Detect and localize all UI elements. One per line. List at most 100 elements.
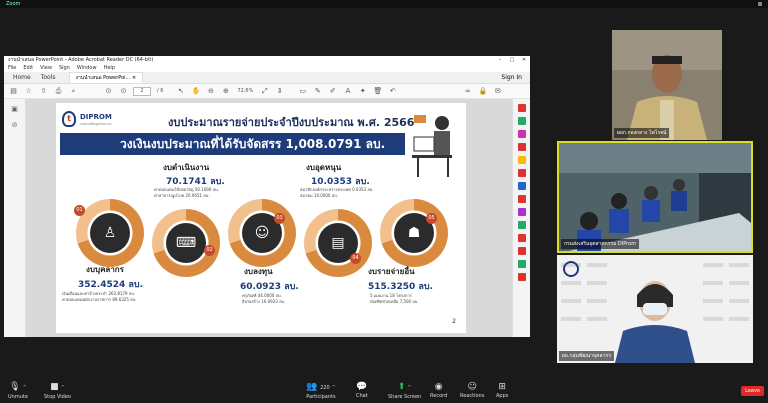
- ring-01: ♙: [76, 199, 144, 267]
- fill-sign-icon[interactable]: [517, 208, 526, 216]
- page-number-input[interactable]: 2: [133, 86, 151, 96]
- fit-page-icon[interactable]: ⤢: [259, 86, 270, 97]
- participant-video-3[interactable]: ผอ.กลุ่มพัฒนาบุคลากร: [557, 255, 753, 363]
- participants-button[interactable]: 👥 220 ^ Participants: [306, 382, 336, 400]
- budget-banner: วงเงินงบประมาณที่ได้รับจัดสรร 1,008.0791…: [60, 133, 405, 155]
- lock-icon[interactable]: 🔒: [477, 86, 488, 97]
- share-screen-button[interactable]: ⬆ ^ Share Screen: [388, 382, 421, 400]
- group-03-note: ครุภัณฑ์ 44.0000 ลบ. สิ่งก่อสร้าง 16.092…: [242, 293, 286, 304]
- officer-icon: ♙: [90, 213, 130, 253]
- tab-tools[interactable]: Tools: [36, 74, 61, 81]
- left-rail: ▣ ⊘: [4, 99, 26, 337]
- menu-window[interactable]: Window: [77, 65, 97, 72]
- close-tab-icon[interactable]: ✕: [132, 75, 136, 81]
- upload-icon[interactable]: ⇧: [38, 86, 49, 97]
- ring-02: ⌨: [152, 209, 220, 277]
- ring-04: ▤: [304, 209, 372, 277]
- menu-help[interactable]: Help: [104, 65, 115, 72]
- zoom-level[interactable]: 72.6%: [237, 88, 253, 94]
- close-icon[interactable]: ✕: [518, 56, 530, 65]
- participants-icon: 👥 220 ^: [306, 382, 336, 392]
- mail-icon[interactable]: ✉: [492, 86, 503, 97]
- search-icon[interactable]: ⌕: [68, 86, 79, 97]
- slide-title: งบประมาณรายจ่ายประจำปีงบประมาณ พ.ศ. 2566: [168, 116, 415, 129]
- unmute-button[interactable]: 🎙 ^ Unmute: [8, 382, 28, 400]
- create-pdf-icon[interactable]: ▤: [8, 86, 19, 97]
- more-tools-icon[interactable]: [517, 247, 526, 255]
- zoom-out-icon[interactable]: ⊖: [205, 86, 216, 97]
- menu-view[interactable]: View: [40, 65, 52, 72]
- zoom-in-icon[interactable]: ⊕: [220, 86, 231, 97]
- send-icon[interactable]: [517, 221, 526, 229]
- pages-thumbnail-icon[interactable]: ▣: [10, 105, 20, 115]
- participant-2-image: [559, 143, 751, 251]
- group-05-value: 515.3250 ลบ.: [368, 282, 434, 292]
- compress-icon[interactable]: [517, 234, 526, 242]
- print-icon[interactable]: ⎙: [53, 86, 64, 97]
- edit-pdf-icon[interactable]: [517, 117, 526, 125]
- draw-icon[interactable]: ✐: [327, 86, 338, 97]
- group-04-note: สมาชิกองค์กรระหว่างประเทศ 0.0353 ลบ. สมา…: [300, 187, 374, 198]
- tab-home[interactable]: Home: [8, 74, 36, 81]
- undo-icon[interactable]: ↶: [387, 86, 398, 97]
- apps-label: Apps: [496, 393, 509, 399]
- certificates-icon[interactable]: [517, 260, 526, 268]
- group-02-note: ค่าตอบแทนใช้สอยวัสดุ 50.1090 ลบ. ค่าสาธา…: [154, 187, 219, 198]
- protect-icon[interactable]: [517, 195, 526, 203]
- badge-03: 03: [274, 213, 285, 224]
- highlight-icon[interactable]: ✎: [312, 86, 323, 97]
- record-button[interactable]: ◉ Record: [430, 382, 447, 399]
- menu-file[interactable]: File: [8, 65, 16, 72]
- star-icon[interactable]: ☆: [23, 86, 34, 97]
- page-down-icon[interactable]: ⊙: [118, 86, 129, 97]
- scan-icon[interactable]: [517, 182, 526, 190]
- attachment-icon[interactable]: ⊘: [10, 121, 20, 131]
- microphone-muted-icon: 🎙 ^: [9, 382, 27, 392]
- window-control-icon[interactable]: [758, 2, 762, 6]
- pdf-viewport[interactable]: ▣ ⊘ t DIPROM กรมส่งเสริมอุตสาหกรรม งบประ…: [4, 99, 530, 337]
- participant-2-name: กรมส่งเสริมอุตสาหกรรม DIProm: [561, 239, 640, 249]
- diprom-logo: t DIPROM กรมส่งเสริมอุตสาหกรรม: [60, 109, 120, 131]
- participant-1-image: [612, 30, 722, 140]
- delete-icon[interactable]: 🗑: [372, 86, 383, 97]
- participant-video-1[interactable]: ผอก.กองกลาง ไพโรจน์: [612, 30, 722, 140]
- create-pdf-rail-icon[interactable]: [517, 130, 526, 138]
- text-icon[interactable]: A: [342, 86, 353, 97]
- page-up-icon[interactable]: ⊙: [103, 86, 114, 97]
- group-02-label: งบดำเนินงาน: [163, 163, 210, 172]
- apps-button[interactable]: ⊞ Apps: [496, 382, 508, 399]
- comment-icon[interactable]: ▭: [297, 86, 308, 97]
- stop-video-button[interactable]: ■ ^ Stop Video: [44, 382, 71, 400]
- participant-3-name: ผอ.กลุ่มพัฒนาบุคลากร: [559, 351, 615, 361]
- reactions-smiley-icon: ☺: [467, 382, 477, 392]
- stamp-icon[interactable]: ✦: [357, 86, 368, 97]
- chat-button[interactable]: 💬 Chat: [356, 382, 368, 399]
- select-cursor-icon[interactable]: ↖: [175, 86, 186, 97]
- logo-text: DIPROM: [80, 113, 112, 121]
- group-05-label: งบรายจ่ายอื่น: [368, 267, 415, 276]
- zoom-top-strip: Zoom: [0, 0, 768, 8]
- leave-button[interactable]: Leave: [741, 386, 764, 396]
- video-camera-icon: ■ ^: [50, 382, 65, 392]
- combine-files-icon[interactable]: [517, 143, 526, 151]
- menu-edit[interactable]: Edit: [23, 65, 33, 72]
- tab-document[interactable]: งานนำเสนอ PowerPoi... ✕: [68, 72, 144, 83]
- maximize-icon[interactable]: □: [506, 56, 518, 65]
- badge-04: 04: [350, 253, 361, 264]
- comment-rail-icon[interactable]: [517, 156, 526, 164]
- reactions-button[interactable]: ☺ Reactions: [460, 382, 484, 399]
- export-pdf-icon[interactable]: [517, 104, 526, 112]
- menu-sign[interactable]: Sign: [59, 65, 70, 72]
- participant-video-2-active-speaker[interactable]: กรมส่งเสริมอุตสาหกรรม DIProm: [557, 141, 753, 253]
- minimize-icon[interactable]: –: [494, 56, 506, 65]
- chat-bubble-icon: 💬: [356, 382, 368, 392]
- redact-icon[interactable]: [517, 273, 526, 281]
- link-icon[interactable]: ∞: [462, 86, 473, 97]
- organize-pages-icon[interactable]: [517, 169, 526, 177]
- chat-label: Chat: [356, 393, 368, 399]
- ring-03: ☺: [228, 199, 296, 267]
- sign-in-link[interactable]: Sign In: [501, 74, 522, 81]
- scroll-mode-icon[interactable]: ⇕: [274, 86, 285, 97]
- hand-tool-icon[interactable]: ✋: [190, 86, 201, 97]
- zoom-app-label: Zoom: [6, 1, 21, 7]
